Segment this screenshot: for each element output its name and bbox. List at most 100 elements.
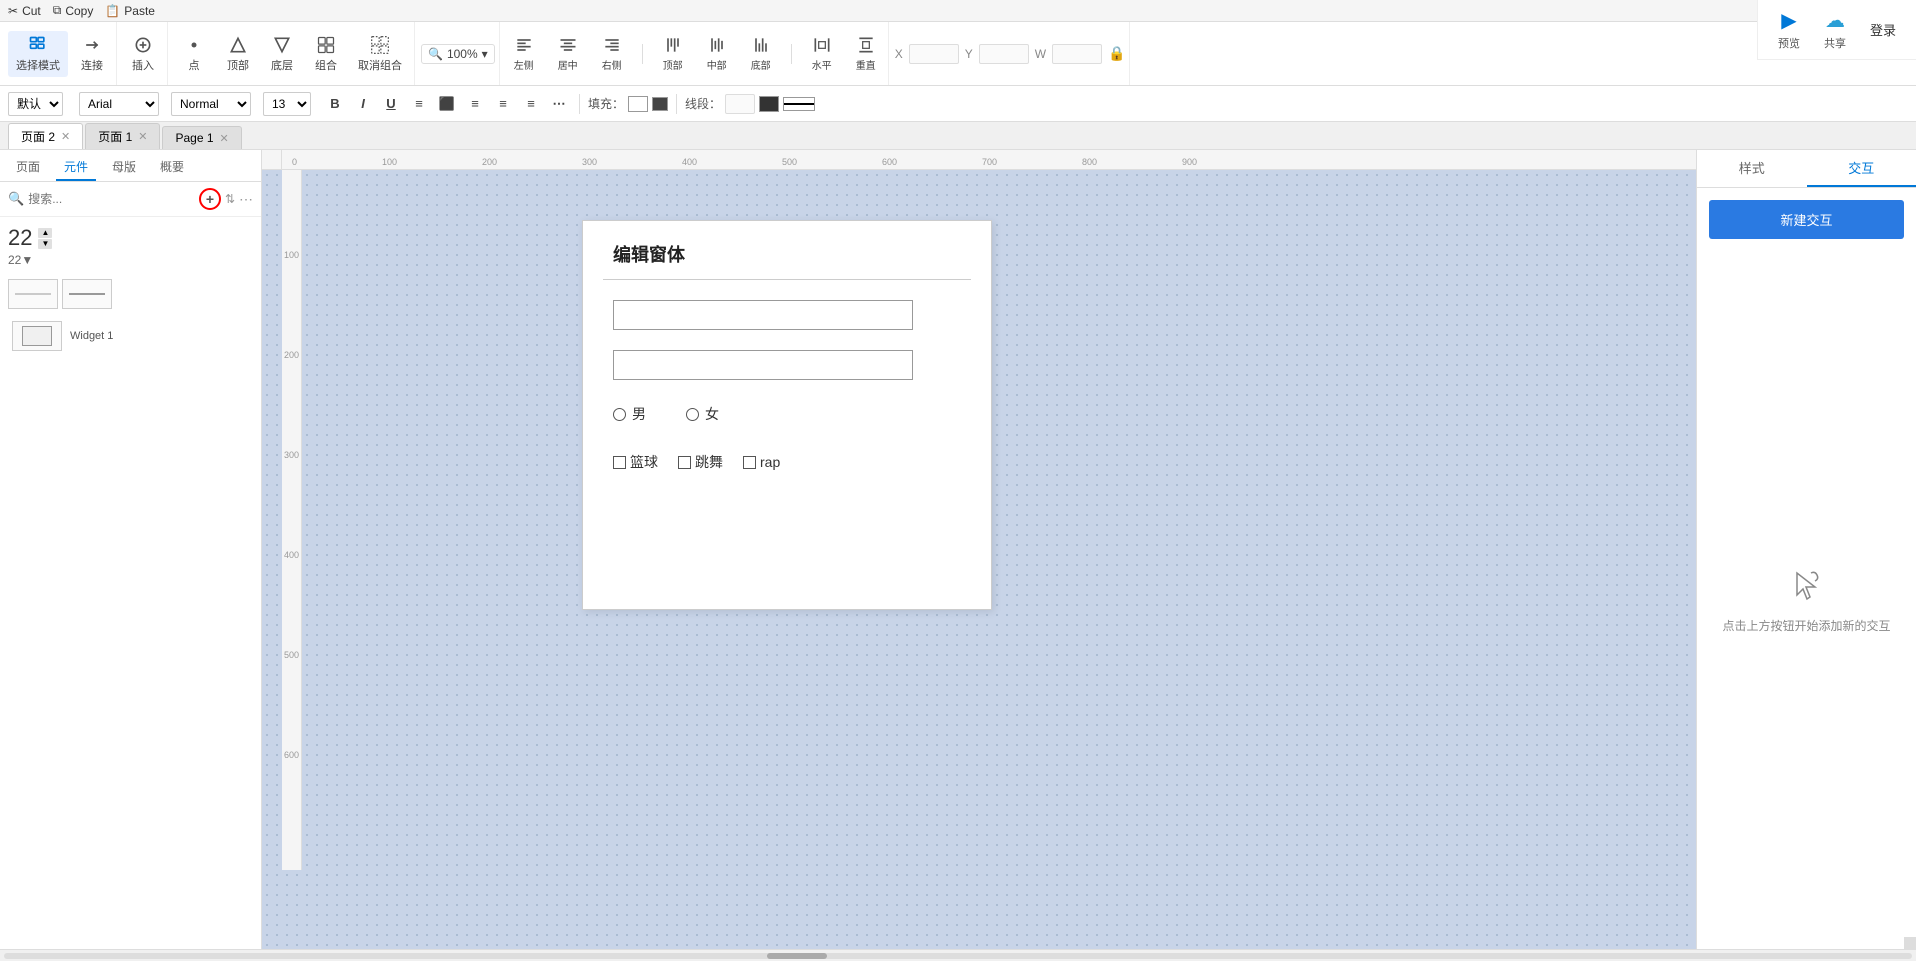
justify-text-btn[interactable]: ≡	[519, 92, 543, 116]
w-input[interactable]	[1052, 44, 1102, 64]
italic-btn[interactable]: I	[351, 92, 375, 116]
radio-female-label: 女	[705, 404, 719, 424]
ruler-700: 700	[982, 157, 997, 167]
copy-icon: ⧉	[53, 3, 62, 18]
center-align-icon	[556, 35, 580, 55]
group-label: 组合	[315, 57, 337, 73]
checkbox-rap-box	[743, 456, 756, 469]
scroll-thumb[interactable]	[767, 953, 827, 959]
middle-align-btn[interactable]: 中部	[699, 33, 735, 74]
default-style-select[interactable]: 默认	[8, 92, 63, 116]
sidebar-tab-pages[interactable]: 页面	[8, 154, 48, 181]
checkbox-group: 篮球 跳舞 rap	[613, 448, 961, 476]
insert-group: 插入	[119, 22, 168, 85]
underline-btn[interactable]: U	[379, 92, 403, 116]
stepper-down[interactable]: ▼	[38, 239, 52, 249]
stroke-width-input[interactable]	[725, 94, 755, 114]
ruler-400: 400	[682, 157, 697, 167]
share-btn[interactable]: ☁ 共享	[1816, 4, 1854, 55]
tab-page2[interactable]: 页面 2 ✕	[8, 123, 83, 149]
checkbox-basketball-label: 篮球	[630, 452, 658, 472]
font-family-select[interactable]: Arial	[79, 92, 159, 116]
align-center-text-btn[interactable]: ≡	[463, 92, 487, 116]
connect-btn[interactable]: 连接	[72, 31, 112, 77]
canvas-input-2[interactable]	[613, 350, 913, 380]
ruler-left: 100 200 300 400 500 600	[282, 170, 302, 870]
canvas-input-1[interactable]	[613, 300, 913, 330]
widget-item-1[interactable]: Widget 1	[8, 317, 253, 355]
align-right-text-btn[interactable]: ≡	[491, 92, 515, 116]
right-tab-style[interactable]: 样式	[1697, 150, 1807, 187]
login-btn[interactable]: 登录	[1862, 16, 1904, 43]
top-align-icon	[661, 35, 685, 55]
right-align-btn[interactable]: 右侧	[594, 33, 630, 74]
group-btn[interactable]: 组合	[306, 31, 346, 77]
align-right-text-icon: ≡	[499, 96, 507, 111]
align-left-text-btn[interactable]: ⬛	[435, 92, 459, 116]
font-style-select[interactable]: Normal	[171, 92, 251, 116]
bottom-btn[interactable]: 底层	[262, 31, 302, 77]
ungroup-btn[interactable]: 取消组合	[350, 31, 410, 77]
bold-btn[interactable]: B	[323, 92, 347, 116]
ruler-v-100: 100	[284, 250, 299, 260]
stroke-color[interactable]	[759, 96, 779, 112]
copy-menu-item[interactable]: ⧉ Copy	[53, 3, 94, 18]
stroke-style[interactable]	[783, 97, 815, 111]
more-text-btn[interactable]: ⋯	[547, 92, 571, 116]
checkbox-basketball[interactable]: 篮球	[613, 452, 658, 472]
bottom-align-btn[interactable]: 底部	[743, 33, 779, 74]
paste-menu-item[interactable]: 📋 Paste	[105, 4, 155, 18]
cut-menu-item[interactable]: ✂ Cut	[8, 4, 41, 18]
select-mode-btn[interactable]: 选择模式	[8, 31, 68, 77]
right-tab-interaction[interactable]: 交互	[1807, 150, 1916, 187]
cut-label: Cut	[22, 4, 41, 18]
list-btn[interactable]: ≡	[407, 92, 431, 116]
distribute-h-btn[interactable]: 水平	[804, 33, 840, 74]
distribute-v-btn[interactable]: 重直	[848, 33, 884, 74]
paste-icon: 📋	[105, 4, 120, 18]
stepper-up[interactable]: ▲	[38, 228, 52, 238]
search-input[interactable]	[28, 192, 195, 206]
zoom-control[interactable]: 🔍 100% ▾	[421, 44, 495, 64]
checkbox-dance[interactable]: 跳舞	[678, 452, 723, 472]
interaction-empty-state: 点击上方按钮开始添加新的交互	[1697, 251, 1916, 949]
checkbox-rap[interactable]: rap	[743, 454, 780, 470]
dot-icon	[182, 35, 206, 55]
tab-page1-close[interactable]: ✕	[138, 130, 147, 143]
w-label: W	[1035, 47, 1046, 61]
center-align-btn[interactable]: 居中	[550, 33, 586, 74]
add-icon[interactable]: +	[206, 191, 214, 207]
tab-page-en-close[interactable]: ✕	[220, 132, 229, 145]
top-btn[interactable]: 顶部	[218, 31, 258, 77]
annotation-add-circle: +	[199, 188, 221, 210]
sidebar-tab-masters[interactable]: 母版	[104, 154, 144, 181]
left-align-label: 左侧	[514, 57, 534, 72]
font-size-select[interactable]: 13	[263, 92, 311, 116]
resize-handle[interactable]	[1904, 937, 1916, 949]
new-interaction-btn[interactable]: 新建交互	[1709, 200, 1904, 239]
right-tab-style-label: 样式	[1739, 161, 1765, 176]
tab-page2-close[interactable]: ✕	[61, 130, 70, 143]
canvas-area[interactable]: 0 100 200 300 400 500 600 700 800 900 10…	[262, 150, 1696, 949]
left-align-btn[interactable]: 左侧	[506, 33, 542, 74]
more-options-icon[interactable]: ⋯	[239, 191, 253, 208]
tab-page1[interactable]: 页面 1 ✕	[85, 123, 160, 149]
sidebar-tab-components[interactable]: 元件	[56, 154, 96, 181]
dot-btn[interactable]: 点	[174, 31, 214, 77]
radio-female[interactable]: 女	[686, 404, 719, 424]
cursor-icon	[1787, 565, 1827, 605]
top-align-btn[interactable]: 顶部	[655, 33, 691, 74]
preview-btn[interactable]: ▶ 预览	[1770, 4, 1808, 55]
scroll-track[interactable]	[4, 953, 1912, 959]
y-input[interactable]	[979, 44, 1029, 64]
right-tab-interaction-label: 交互	[1848, 161, 1874, 176]
insert-btn[interactable]: 插入	[123, 31, 163, 77]
sort-icon[interactable]: ⇅	[225, 192, 235, 206]
right-panel: 样式 交互 新建交互 点击上方按钮开始添加新的交互	[1696, 150, 1916, 949]
radio-male[interactable]: 男	[613, 404, 646, 424]
tab-page-en[interactable]: Page 1 ✕	[162, 126, 241, 149]
fill-color-dark[interactable]	[652, 97, 668, 111]
x-input[interactable]	[909, 44, 959, 64]
sidebar-tab-summary[interactable]: 概要	[152, 154, 192, 181]
fill-color-white[interactable]	[628, 96, 648, 112]
